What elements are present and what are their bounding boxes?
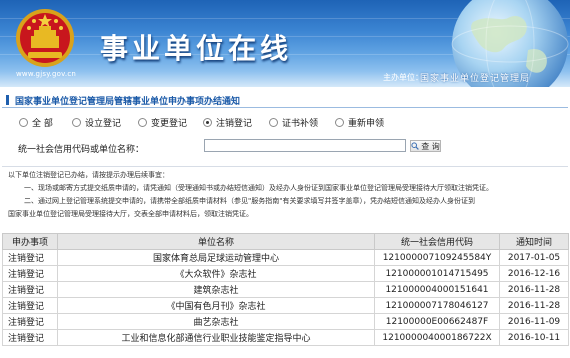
cell-type: 注销登记: [2, 313, 58, 330]
cell-code: 12100000E00662487F: [374, 313, 500, 330]
notice-title: 国家事业单位登记管理局管辖事业单位申办事项办结通知: [15, 97, 241, 107]
radio-button[interactable]: [335, 118, 344, 127]
cell-name: 曲艺杂志社: [57, 313, 375, 330]
site-url: www.gjsy.gov.cn: [16, 70, 76, 78]
search-button-label: 查 询: [421, 141, 440, 151]
search-icon: [411, 142, 420, 150]
cell-name: 建筑杂志社: [57, 281, 375, 298]
table-row[interactable]: 注销登记 曲艺杂志社 12100000E00662487F 2016-11-09: [2, 313, 569, 330]
national-emblem-icon: [16, 9, 74, 67]
cell-code: 121000001014715495: [374, 265, 500, 282]
unit-name-link[interactable]: 建筑杂志社: [193, 286, 238, 296]
filter-label: 注销登记: [216, 119, 253, 129]
cell-date: 2016-10-11: [499, 329, 569, 346]
search-row: 统一社会信用代码或单位名称： 查 询: [0, 137, 570, 157]
cell-name: 国家体育总局足球运动管理中心: [57, 249, 375, 266]
notice-title-bar: 国家事业单位登记管理局管辖事业单位申办事项办结通知: [2, 92, 568, 108]
table-row[interactable]: 注销登记 国家体育总局足球运动管理中心 121000007109245584Y …: [2, 249, 569, 266]
instructions-item-1: 一、现场或邮寄方式提交纸质申请的，请凭通知（受理通知书或办结短信通知）及经办人身…: [24, 184, 493, 192]
cell-type: 注销登记: [2, 281, 58, 298]
cell-code: 121000007178046127: [374, 297, 500, 314]
column-header-date: 通知时间: [499, 233, 569, 250]
cell-date: 2016-11-28: [499, 281, 569, 298]
cell-type: 注销登记: [2, 297, 58, 314]
filter-label: 证书补领: [282, 119, 319, 129]
cell-type: 注销登记: [2, 329, 58, 346]
filter-cancel[interactable]: 注销登记: [203, 116, 252, 129]
filter-label: 全 部: [32, 119, 53, 129]
filter-label: 设立登记: [85, 119, 122, 129]
unit-name-link[interactable]: 《中国有色月刊》杂志社: [166, 302, 265, 312]
search-input[interactable]: [204, 139, 406, 152]
table-header-row: 申办事项 单位名称 统一社会信用代码 通知时间: [2, 233, 569, 250]
unit-name-link[interactable]: 曲艺杂志社: [193, 318, 238, 328]
filter-reissue[interactable]: 证书补领: [269, 116, 318, 129]
column-header-type: 申办事项: [2, 233, 58, 250]
filter-label: 变更登记: [151, 119, 188, 129]
cell-date: 2016-11-28: [499, 297, 569, 314]
instructions-item-2: 二、通过网上登记管理系统提交申请的，请携带全部纸质申请材料（参见"服务指南"有关…: [24, 197, 475, 205]
column-header-name: 单位名称: [57, 233, 375, 250]
site-title: 事业单位在线: [100, 32, 293, 65]
unit-name-link[interactable]: 工业和信息化部通信行业职业技能鉴定指导中心: [121, 334, 310, 344]
radio-button[interactable]: [72, 118, 81, 127]
search-label: 统一社会信用代码或单位名称：: [18, 145, 145, 155]
unit-name-link[interactable]: 《大众软件》杂志社: [175, 270, 256, 280]
table-row[interactable]: 注销登记 《大众软件》杂志社 121000001014715495 2016-1…: [2, 265, 569, 282]
filter-label: 重新申领: [348, 119, 385, 129]
filter-reapply[interactable]: 重新申领: [335, 116, 384, 129]
site-banner: www.gjsy.gov.cn 事业单位在线 主办单位： 国家事业单位登记管理局: [0, 0, 570, 87]
radio-button[interactable]: [19, 118, 28, 127]
cell-type: 注销登记: [2, 265, 58, 282]
cell-name: 《大众软件》杂志社: [57, 265, 375, 282]
title-marker: [6, 95, 9, 105]
cell-date: 2016-12-16: [499, 265, 569, 282]
table-row[interactable]: 注销登记 建筑杂志社 121000004000151641 2016-11-28: [2, 281, 569, 298]
radio-button-selected[interactable]: [203, 118, 212, 127]
cell-date: 2016-11-09: [499, 313, 569, 330]
instructions-intro: 以下单位注销登记已办结，请按提示办理后续事宜：: [8, 171, 169, 179]
host-label: 主办单位：: [383, 73, 423, 82]
unit-name-link[interactable]: 国家体育总局足球运动管理中心: [153, 254, 279, 264]
instructions-item-2-cont: 国家事业单位登记管理局受理接待大厅，交表全部申请材料后，领取注销凭证。: [8, 210, 253, 218]
filter-radio-group: 全 部 设立登记 变更登记 注销登记 证书补领 重新申领: [0, 114, 570, 130]
radio-button[interactable]: [138, 118, 147, 127]
filter-establish[interactable]: 设立登记: [72, 116, 121, 129]
column-header-code: 统一社会信用代码: [374, 233, 500, 250]
cell-name: 《中国有色月刊》杂志社: [57, 297, 375, 314]
filter-change[interactable]: 变更登记: [138, 116, 187, 129]
host-name: 国家事业单位登记管理局: [420, 74, 531, 84]
results-table: 申办事项 单位名称 统一社会信用代码 通知时间 注销登记 国家体育总局足球运动管…: [2, 233, 569, 346]
cell-code: 121000004000186722X: [374, 329, 500, 346]
instructions-panel: 以下单位注销登记已办结，请按提示办理后续事宜： 一、现场或邮寄方式提交纸质申请的…: [2, 166, 568, 225]
search-button[interactable]: 查 询: [410, 140, 441, 152]
table-row[interactable]: 注销登记 工业和信息化部通信行业职业技能鉴定指导中心 1210000040001…: [2, 329, 569, 346]
cell-code: 121000007109245584Y: [374, 249, 500, 266]
radio-button[interactable]: [269, 118, 278, 127]
table-row[interactable]: 注销登记 《中国有色月刊》杂志社 121000007178046127 2016…: [2, 297, 569, 314]
filter-all[interactable]: 全 部: [19, 116, 53, 129]
cell-date: 2017-01-05: [499, 249, 569, 266]
cell-type: 注销登记: [2, 249, 58, 266]
cell-code: 121000004000151641: [374, 281, 500, 298]
cell-name: 工业和信息化部通信行业职业技能鉴定指导中心: [57, 329, 375, 346]
